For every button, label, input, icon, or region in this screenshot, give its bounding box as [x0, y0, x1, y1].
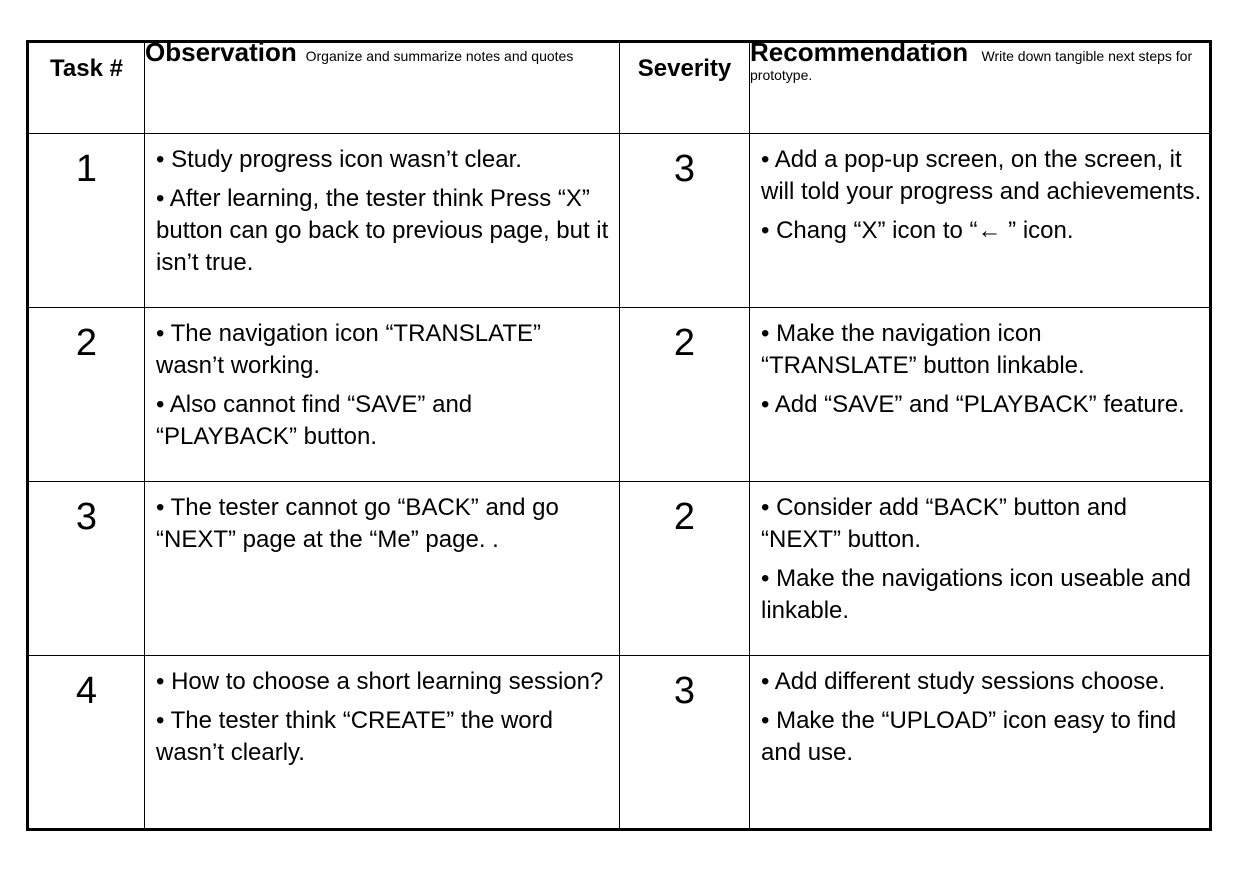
task-number: 4 — [75, 670, 98, 712]
table-row: 4 • How to choose a short learning sessi… — [27, 655, 1211, 830]
table-row: 1 • Study progress icon wasn’t clear. • … — [27, 133, 1211, 308]
observation-header: Observation — [145, 37, 297, 67]
severity-value: 2 — [673, 322, 696, 364]
recommendation-item: • Add a pop-up screen, on the screen, it… — [761, 146, 1202, 205]
task-number-cell: 1 — [27, 133, 145, 308]
severity-cell: 2 — [619, 481, 750, 656]
recommendation-header: Recommendation — [750, 37, 969, 67]
recommendation-cell: • Add different study sessions choose. •… — [749, 655, 1211, 830]
recommendation-cell: • Make the navigation icon “TRANSLATE” b… — [749, 307, 1211, 482]
recommendation-item: • Consider add “BACK” button and “NEXT” … — [761, 494, 1127, 553]
severity-header-cell: Severity — [619, 41, 750, 134]
task-number: 3 — [75, 496, 98, 538]
recommendation-item: • Make the navigation icon “TRANSLATE” b… — [761, 320, 1085, 379]
task-header: Task # — [50, 55, 123, 82]
task-number: 1 — [75, 148, 98, 190]
header-row: Task # Observation Organize and summariz… — [27, 39, 1211, 134]
task-number-cell: 4 — [27, 655, 145, 830]
observation-cell: • The navigation icon “TRANSLATE” wasn’t… — [144, 307, 620, 482]
severity-cell: 2 — [619, 307, 750, 482]
observation-item: • Also cannot find “SAVE” and “PLAYBACK”… — [156, 391, 473, 450]
observation-item: • How to choose a short learning session… — [156, 668, 604, 695]
observation-header-cell: Observation Organize and summarize notes… — [144, 39, 620, 134]
recommendation-item: • Add “SAVE” and “PLAYBACK” feature. — [761, 391, 1185, 418]
severity-cell: 3 — [619, 133, 750, 308]
observation-item: • Study progress icon wasn’t clear. — [156, 146, 522, 173]
severity-value: 3 — [673, 148, 696, 190]
severity-value: 3 — [673, 670, 696, 712]
usability-findings-table: Task # Observation Organize and summariz… — [26, 39, 1212, 831]
recommendation-item: • Make the “UPLOAD” icon easy to find an… — [761, 707, 1177, 766]
recommendation-item: • Add different study sessions choose. — [761, 668, 1166, 695]
table-row: 2 • The navigation icon “TRANSLATE” wasn… — [27, 307, 1211, 482]
recommendation-cell: • Consider add “BACK” button and “NEXT” … — [749, 481, 1211, 656]
severity-cell: 3 — [619, 655, 750, 830]
task-header-cell: Task # — [27, 41, 145, 134]
recommendation-header-cell: Recommendation Write down tangible next … — [749, 39, 1211, 134]
task-number-cell: 2 — [27, 307, 145, 482]
recommendation-cell: • Add a pop-up screen, on the screen, it… — [749, 133, 1211, 308]
observation-item: • The navigation icon “TRANSLATE” wasn’t… — [156, 320, 542, 379]
observation-item: • The tester cannot go “BACK” and go “NE… — [156, 494, 559, 553]
table-row: 3 • The tester cannot go “BACK” and go “… — [27, 481, 1211, 656]
observation-item: • The tester think “CREATE” the word was… — [156, 707, 553, 766]
recommendation-item: • Chang “X” icon to “← ” icon. — [761, 217, 1074, 244]
severity-header: Severity — [637, 55, 732, 82]
recommendation-item: • Make the navigations icon useable and … — [761, 565, 1192, 624]
observation-cell: • The tester cannot go “BACK” and go “NE… — [144, 481, 620, 656]
observation-hint: Organize and summarize notes and quotes — [305, 48, 574, 64]
observation-cell: • Study progress icon wasn’t clear. • Af… — [144, 133, 620, 308]
observation-cell: • How to choose a short learning session… — [144, 655, 620, 830]
task-number: 2 — [75, 322, 98, 364]
observation-item: • After learning, the tester think Press… — [156, 185, 609, 276]
severity-value: 2 — [673, 496, 696, 538]
task-number-cell: 3 — [27, 481, 145, 656]
